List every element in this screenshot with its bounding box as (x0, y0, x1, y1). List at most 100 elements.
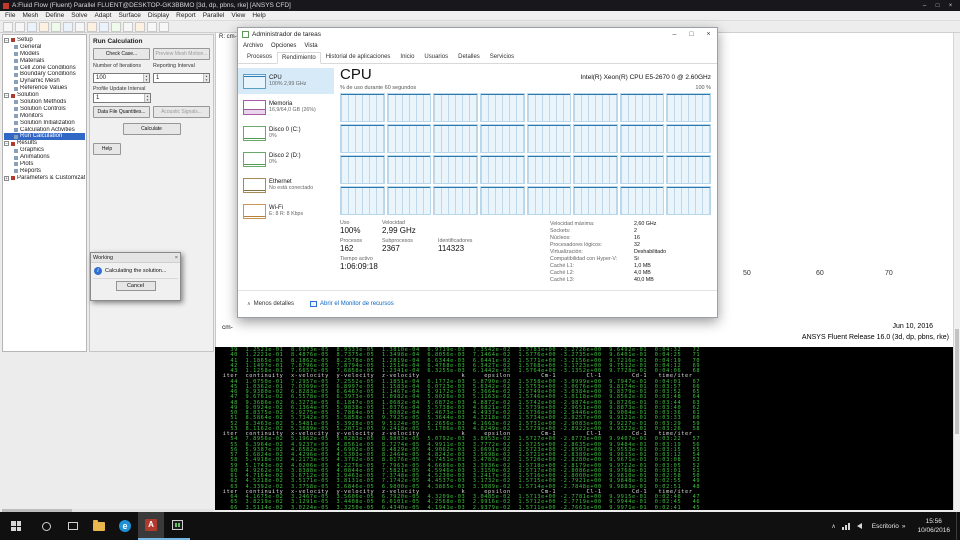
tree-section[interactable]: + Parameters & Customization (4, 175, 85, 182)
toolbar-icon[interactable] (87, 21, 97, 32)
menu-adapt[interactable]: Adapt (94, 12, 111, 19)
tree-item[interactable]: Run Calculation (4, 133, 85, 141)
toolbar-icon[interactable] (63, 21, 73, 32)
tree-item[interactable]: Solution Controls (4, 106, 85, 113)
tab-historial[interactable]: Historial de aplicaciones (321, 51, 396, 63)
spin-down-icon[interactable]: ▼ (145, 98, 150, 102)
check-case-button[interactable]: Check Case... (93, 48, 150, 60)
spin-down-icon[interactable]: ▼ (204, 78, 209, 82)
iterations-stepper[interactable]: 100 ▲ ▼ (93, 73, 150, 83)
start-button[interactable] (0, 512, 32, 540)
tree-item[interactable]: Reports (4, 168, 85, 175)
less-details-button[interactable]: ∧ Menos detalles (247, 301, 294, 307)
iterations-value[interactable]: 100 (94, 74, 143, 82)
maximize-icon[interactable]: □ (683, 28, 700, 41)
toolbar-icon[interactable] (27, 21, 37, 32)
tab-detalles[interactable]: Detalles (453, 51, 485, 63)
tree-expander-icon[interactable]: + (4, 175, 9, 181)
tab-rendimiento[interactable]: Rendimiento (277, 52, 321, 64)
tab-procesos[interactable]: Procesos (242, 51, 277, 63)
close-icon[interactable]: × (700, 28, 717, 41)
tree-item[interactable]: Solution Initialization (4, 120, 85, 127)
scrollbar-thumb[interactable] (955, 328, 959, 434)
profile-update-value[interactable]: 1 (94, 94, 144, 102)
toolbar-icon[interactable] (147, 21, 157, 32)
vertical-scrollbar[interactable] (953, 33, 960, 510)
toolbar-icon[interactable] (3, 21, 13, 32)
help-button[interactable]: Help (93, 143, 121, 155)
sidebar-item-ethernet[interactable]: Ethernet No está conectado (238, 172, 334, 198)
toolbar-icon[interactable] (123, 21, 133, 32)
tree-expander-icon[interactable]: − (4, 141, 9, 147)
dialog-titlebar[interactable]: Working × (91, 253, 180, 263)
tab-servicios[interactable]: Servicios (485, 51, 519, 63)
stepper-arrows[interactable]: ▲ ▼ (203, 74, 209, 82)
toolbar-icon[interactable] (159, 21, 169, 32)
taskbar-app-task-manager[interactable] (164, 512, 190, 540)
profile-update-stepper[interactable]: 1 ▲ ▼ (93, 93, 151, 103)
open-resource-monitor-link[interactable]: Abrir el Monitor de recursos (310, 301, 394, 307)
reporting-interval-stepper[interactable]: 1 ▲ ▼ (153, 73, 210, 83)
tree-section[interactable]: − Results (4, 140, 85, 147)
menu-report[interactable]: Report (176, 12, 196, 19)
toolbar-icon[interactable] (75, 21, 85, 32)
tree-item[interactable]: Plots (4, 161, 85, 168)
sidebar-item-cpu[interactable]: CPU 100% 2,99 GHz (238, 68, 334, 94)
minimize-icon[interactable]: – (666, 28, 683, 41)
menu-archivo[interactable]: Archivo (243, 43, 263, 49)
tree-section[interactable]: − Solution (4, 92, 85, 99)
taskbar-app-ansys-fluent[interactable]: A (138, 512, 164, 540)
taskbar-app-file-explorer[interactable] (86, 512, 112, 540)
tree-item[interactable]: Cell Zone Conditions (4, 65, 85, 72)
tab-inicio[interactable]: Inicio (395, 51, 419, 63)
volume-icon[interactable] (856, 523, 862, 529)
tree-expander-icon[interactable]: − (4, 37, 9, 43)
fluent-console[interactable]: 39 1.2521e-01 8.6973e-05 8.9333e-05 1.38… (215, 347, 953, 510)
sidebar-item-wifi[interactable]: Wi-Fi E: 8 R: 8 Kbps (238, 198, 334, 224)
show-desktop-button[interactable] (956, 512, 960, 540)
tree-item[interactable]: Animations (4, 154, 85, 161)
toolbar-icon[interactable] (99, 21, 109, 32)
tm-titlebar[interactable]: Administrador de tareas – □ × (238, 28, 717, 41)
menu-surface[interactable]: Surface (118, 12, 140, 19)
menu-mesh[interactable]: Mesh (22, 12, 38, 19)
sidebar-item-memoria[interactable]: Memoria 16,9/64,0 GB (26%) (238, 94, 334, 120)
calculate-button[interactable]: Calculate (122, 123, 181, 135)
toolbar-icon[interactable] (39, 21, 49, 32)
tree-item[interactable]: Reference Values (4, 85, 85, 92)
taskbar-app-edge[interactable]: e (112, 512, 138, 540)
menu-view[interactable]: View (231, 12, 245, 19)
toolbar-icon[interactable] (135, 21, 145, 32)
tree-item[interactable]: Monitors (4, 113, 85, 120)
tray-chevron-up-icon[interactable]: ∧ (828, 523, 838, 530)
menu-solve[interactable]: Solve (71, 12, 87, 19)
fluent-titlebar[interactable]: A:Fluid Flow (Fluent) Parallel FLUENT@DE… (0, 0, 960, 11)
cortana-search-button[interactable] (32, 512, 60, 540)
tree-item[interactable]: Models (4, 51, 85, 58)
sidebar-item-disco0[interactable]: Disco 0 (C:) 0% (238, 120, 334, 146)
dialog-close-icon[interactable]: × (175, 255, 178, 261)
stepper-arrows[interactable]: ▲ ▼ (143, 74, 149, 82)
menu-vista[interactable]: Vista (304, 43, 317, 49)
network-icon[interactable] (839, 522, 853, 530)
stepper-arrows[interactable]: ▲ ▼ (144, 94, 150, 102)
minimize-icon[interactable]: – (918, 3, 931, 9)
reporting-interval-value[interactable]: 1 (154, 74, 203, 82)
tree-item[interactable]: Calculation Activities (4, 127, 85, 134)
toolbar-icon[interactable] (51, 21, 61, 32)
toolbar-icon[interactable] (15, 21, 25, 32)
tree-item[interactable]: General (4, 44, 85, 51)
tree-section[interactable]: − Setup (4, 37, 85, 44)
toolbar-icon[interactable] (111, 21, 121, 32)
close-icon[interactable]: × (944, 3, 957, 9)
tree-item[interactable]: Dynamic Mesh (4, 78, 85, 85)
menu-parallel[interactable]: Parallel (203, 12, 225, 19)
tab-usuarios[interactable]: Usuarios (419, 51, 453, 63)
taskbar-clock[interactable]: 15:56 10/06/2016 (911, 517, 956, 535)
data-file-quantities-button[interactable]: Data File Quantities... (93, 106, 150, 118)
maximize-icon[interactable]: □ (931, 3, 944, 9)
menu-help[interactable]: Help (252, 12, 265, 19)
spin-down-icon[interactable]: ▼ (144, 78, 149, 82)
tree-item[interactable]: Materials (4, 58, 85, 65)
tree-item[interactable]: Boundary Conditions (4, 71, 85, 78)
